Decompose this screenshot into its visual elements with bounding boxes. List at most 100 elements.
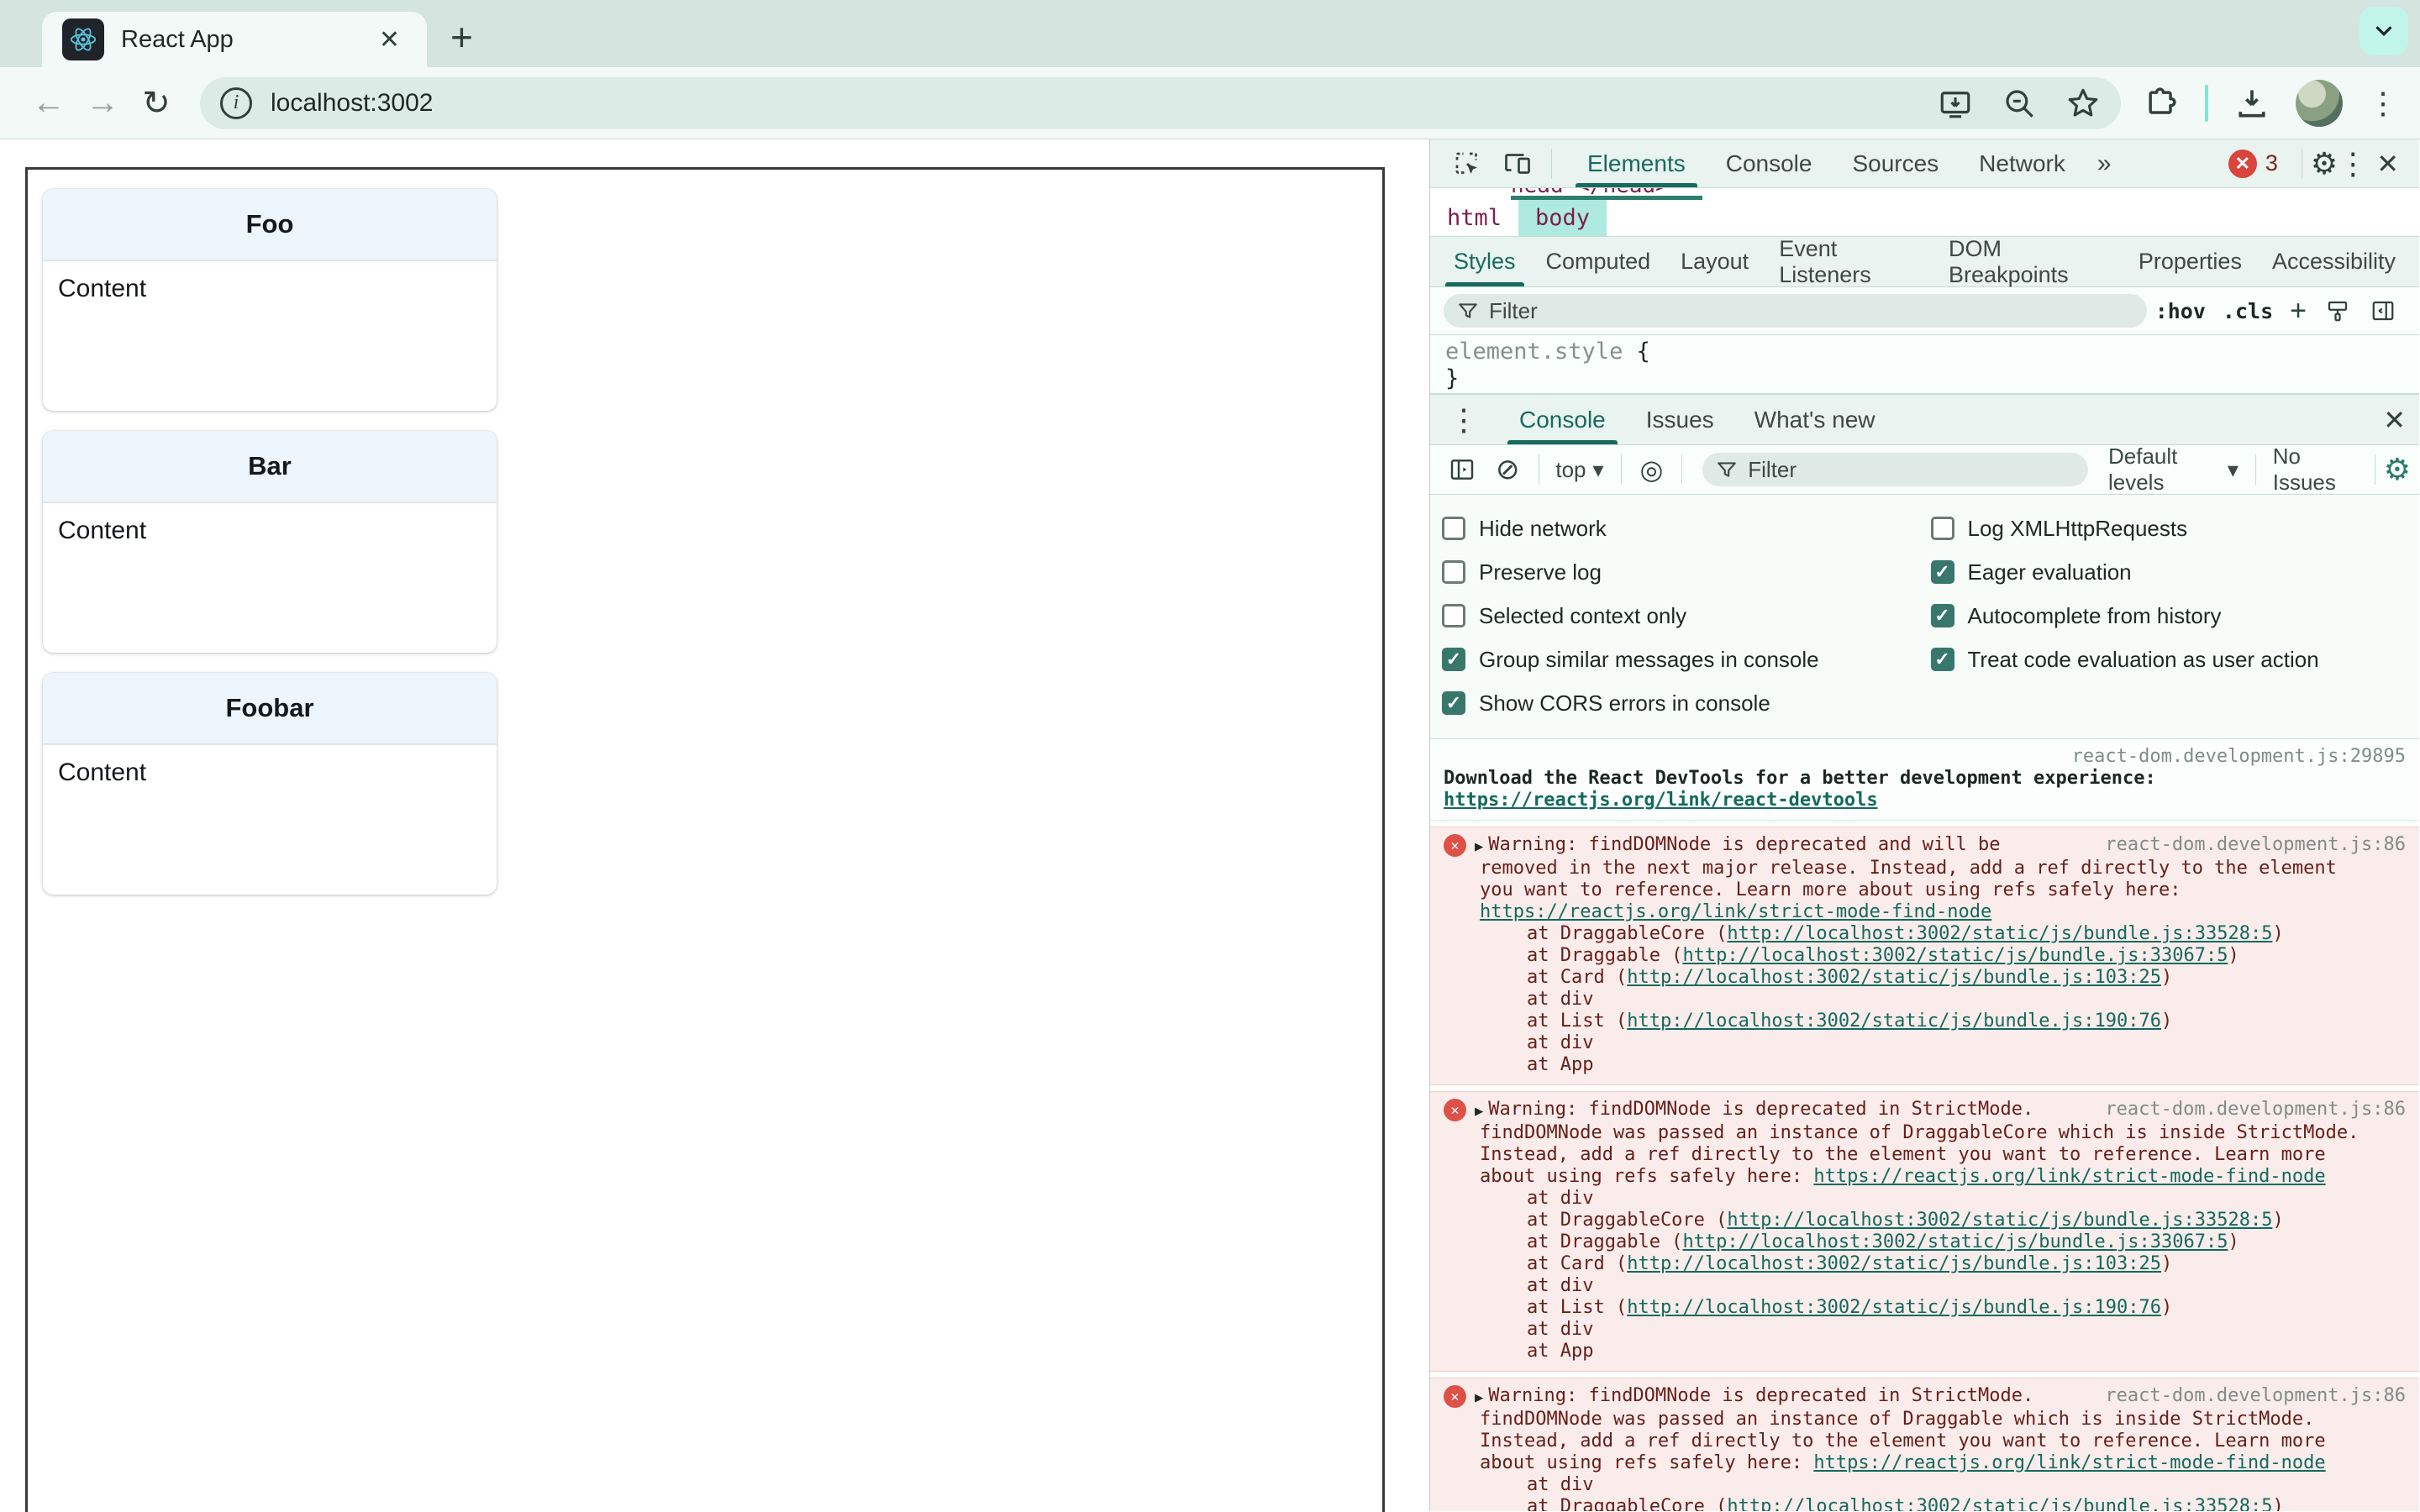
extensions-icon[interactable] (2143, 85, 2180, 122)
console-setting[interactable]: ✓ Group similar messages in console (1442, 638, 1931, 681)
checkbox-checked[interactable]: ✓ (1930, 604, 1954, 627)
message-source-link[interactable]: react-dom.development.js:86 (2105, 1099, 2406, 1121)
downloads-icon[interactable] (2233, 85, 2270, 122)
stack-frame-link[interactable]: http://localhost:3002/static/js/bundle.j… (1627, 967, 2161, 988)
drawer-tab-issues[interactable]: Issues (1626, 395, 1734, 444)
tab-computed[interactable]: Computed (1531, 237, 1666, 286)
console-info-message[interactable]: react-dom.development.js:29895 Download t… (1430, 739, 2419, 821)
tab-properties[interactable]: Properties (2123, 237, 2257, 286)
url-text[interactable]: localhost:3002 (271, 89, 1909, 118)
console-error-message[interactable]: ✕ ▶ Warning: findDOMNode is deprecated in … (1430, 1091, 2419, 1372)
context-selector[interactable]: top ▾ (1555, 457, 1603, 483)
card-title[interactable]: Foobar (43, 673, 497, 745)
console-sidebar-icon[interactable] (1449, 456, 1476, 483)
console-setting[interactable]: Log XMLHttpRequests (1930, 507, 2420, 550)
stack-frame-link[interactable]: http://localhost:3002/static/js/bundle.j… (1682, 945, 2228, 966)
back-button[interactable]: ← (22, 84, 76, 122)
address-bar[interactable]: i localhost:3002 (200, 76, 2121, 129)
error-doc-link[interactable]: https://reactjs.org/link/strict-mode-fin… (1480, 901, 1991, 922)
console-filter-input[interactable]: Filter (1702, 453, 2088, 486)
console-setting[interactable]: Preserve log (1442, 550, 1931, 594)
new-tab-button[interactable]: + (450, 12, 473, 62)
message-source-link[interactable]: react-dom.development.js:29895 (1444, 746, 2406, 768)
stack-frame-link[interactable]: http://localhost:3002/static/js/bundle.j… (1727, 923, 2272, 944)
message-source-link[interactable]: react-dom.development.js:86 (2105, 1385, 2406, 1407)
device-toolbar-icon[interactable] (1502, 149, 1533, 179)
draggable-card[interactable]: Foobar Content (43, 673, 497, 895)
expand-triangle-icon[interactable]: ▶ (1475, 836, 1483, 858)
stack-frame-link[interactable]: http://localhost:3002/static/js/bundle.j… (1627, 1297, 2161, 1318)
console-error-message[interactable]: ✕ ▶ Warning: findDOMNode is deprecated in … (1430, 1378, 2419, 1511)
profile-avatar[interactable] (2296, 79, 2343, 127)
checkbox-checked[interactable]: ✓ (1930, 648, 1954, 671)
forward-button[interactable]: → (76, 84, 129, 122)
devtools-settings-icon[interactable]: ⚙ (2311, 146, 2338, 181)
drawer-close-icon[interactable]: ✕ (2383, 404, 2406, 436)
install-app-icon[interactable] (1938, 86, 1973, 121)
tab-console[interactable]: Console (1706, 139, 1833, 187)
tab-styles[interactable]: Styles (1439, 237, 1531, 286)
new-style-rule-button[interactable]: + (2290, 295, 2307, 328)
console-setting[interactable]: ✓ Eager evaluation (1930, 550, 2420, 594)
checkbox[interactable] (1930, 517, 1954, 540)
zoom-out-icon[interactable] (2002, 86, 2037, 121)
expand-triangle-icon[interactable]: ▶ (1475, 1387, 1483, 1409)
checkbox[interactable] (1442, 560, 1465, 584)
stack-frame-link[interactable]: http://localhost:3002/static/js/bundle.j… (1627, 1253, 2161, 1274)
tab-dom-breakpoints[interactable]: DOM Breakpoints (1933, 236, 2123, 287)
clear-console-icon[interactable]: ⊘ (1496, 453, 1520, 486)
toggle-hover-state-button[interactable]: :hov (2155, 299, 2206, 323)
site-info-icon[interactable]: i (220, 87, 252, 119)
drawer-tab-what-s-new[interactable]: What's new (1734, 395, 1896, 444)
element-style-rule[interactable]: element.style { } (1430, 335, 2419, 394)
stack-frame-link[interactable]: http://localhost:3002/static/js/bundle.j… (1727, 1496, 2272, 1511)
elements-tree-clipped-row[interactable]: head </head> (1430, 188, 2419, 200)
tab-layout[interactable]: Layout (1665, 237, 1764, 286)
issues-counter[interactable]: No Issues (2273, 444, 2358, 496)
stack-frame-link[interactable]: http://localhost:3002/static/js/bundle.j… (1682, 1231, 2228, 1252)
breadcrumb-body[interactable]: body (1518, 200, 1607, 236)
tab-strip-collapse-button[interactable] (2360, 7, 2408, 55)
live-expression-eye-icon[interactable]: ◎ (1639, 454, 1663, 486)
console-setting[interactable]: Selected context only (1442, 594, 1931, 638)
error-doc-link[interactable]: https://reactjs.org/link/strict-mode-fin… (1813, 1452, 2325, 1473)
console-error-message[interactable]: ✕ ▶ Warning: findDOMNode is deprecated and… (1430, 827, 2419, 1085)
tab-network[interactable]: Network (1959, 139, 2086, 187)
error-doc-link[interactable]: https://reactjs.org/link/strict-mode-fin… (1813, 1166, 2325, 1187)
draggable-card[interactable]: Bar Content (43, 431, 497, 653)
toggle-class-button[interactable]: .cls (2223, 299, 2273, 323)
breadcrumb-html[interactable]: html (1430, 200, 1518, 236)
console-setting[interactable]: ✓ Autocomplete from history (1930, 594, 2420, 638)
console-setting[interactable]: ✓ Treat code evaluation as user action (1930, 638, 2420, 681)
message-source-link[interactable]: react-dom.development.js:86 (2105, 834, 2406, 856)
tab-event-listeners[interactable]: Event Listeners (1764, 236, 1933, 287)
devtools-close-icon[interactable]: ✕ (2376, 148, 2399, 180)
devtools-menu-icon[interactable]: ⋮ (2338, 146, 2368, 181)
checkbox[interactable] (1442, 604, 1465, 627)
tab-close-icon[interactable]: ✕ (372, 22, 407, 58)
tab-elements[interactable]: Elements (1567, 139, 1706, 187)
computed-sidebar-toggle-icon[interactable] (2370, 298, 2396, 323)
checkbox-checked[interactable]: ✓ (1442, 691, 1465, 715)
drawer-tab-console[interactable]: Console (1499, 395, 1626, 444)
inspect-element-icon[interactable] (1452, 149, 1482, 179)
reload-button[interactable]: ↻ (129, 84, 183, 123)
log-levels-selector[interactable]: Default levels ▾ (2108, 444, 2238, 496)
more-tabs-icon[interactable]: » (2086, 150, 2123, 178)
styles-filter-input[interactable]: Filter (1444, 294, 2147, 328)
browser-tab[interactable]: React App ✕ (42, 12, 427, 67)
rendering-emulation-icon[interactable] (2325, 298, 2350, 323)
console-settings-icon[interactable]: ⚙ (2384, 452, 2411, 487)
stack-frame-link[interactable]: http://localhost:3002/static/js/bundle.j… (1727, 1210, 2272, 1231)
tab-sources[interactable]: Sources (1832, 139, 1959, 187)
checkbox-checked[interactable]: ✓ (1442, 648, 1465, 671)
expand-triangle-icon[interactable]: ▶ (1475, 1100, 1483, 1122)
error-badge-icon[interactable]: ✕ (2228, 149, 2257, 178)
card-title[interactable]: Bar (43, 431, 497, 503)
bookmark-star-icon[interactable] (2065, 86, 2101, 121)
drawer-menu-icon[interactable]: ⋮ (1449, 402, 1479, 438)
draggable-card[interactable]: Foo Content (43, 189, 497, 411)
checkbox-checked[interactable]: ✓ (1930, 560, 1954, 584)
console-setting[interactable]: ✓ Show CORS errors in console (1442, 681, 1931, 725)
message-link[interactable]: https://reactjs.org/link/react-devtools (1444, 790, 1878, 811)
